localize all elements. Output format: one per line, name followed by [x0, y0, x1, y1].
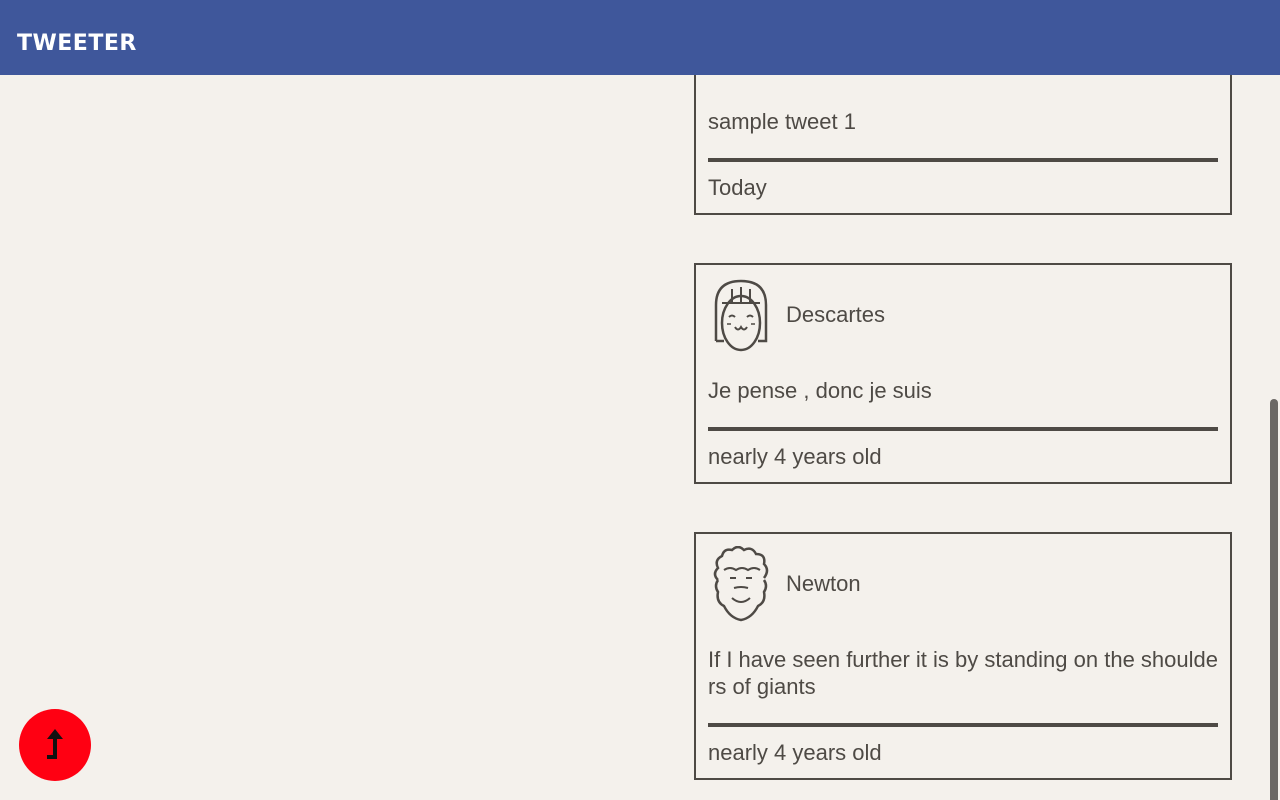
curly-hair-avatar-icon — [713, 546, 769, 622]
tweet-text: Je pense , donc je suis — [708, 378, 932, 403]
tweet-divider — [708, 158, 1218, 162]
tweet-divider — [708, 723, 1218, 727]
tweet-date: Today — [708, 175, 767, 200]
brand-logo[interactable]: TWEETER — [17, 31, 137, 57]
arrow-up-icon — [47, 729, 63, 759]
tweet-header: Newton — [710, 546, 1210, 624]
tweet-card: Newton If I have seen further it is by s… — [694, 532, 1232, 780]
tweet-divider — [708, 427, 1218, 431]
tweet-author: Descartes — [786, 302, 886, 327]
tweet-date: nearly 4 years old — [708, 444, 882, 469]
scrollbar-thumb[interactable] — [1270, 399, 1278, 800]
scrollbar[interactable] — [1268, 75, 1280, 800]
scroll-up-button[interactable] — [19, 709, 91, 781]
navbar: TWEETER — [0, 0, 1280, 75]
tweet-text: If I have seen further it is by standing… — [708, 647, 1218, 699]
tweet-author: Newton — [786, 571, 861, 596]
girl-avatar-icon — [714, 279, 768, 352]
tweet-date: nearly 4 years old — [708, 740, 882, 765]
tweet-header: Descartes — [710, 277, 1210, 355]
tweet-card: Descartes Je pense , donc je suis nearly… — [694, 263, 1232, 484]
tweet-text: sample tweet 1 — [708, 109, 856, 134]
